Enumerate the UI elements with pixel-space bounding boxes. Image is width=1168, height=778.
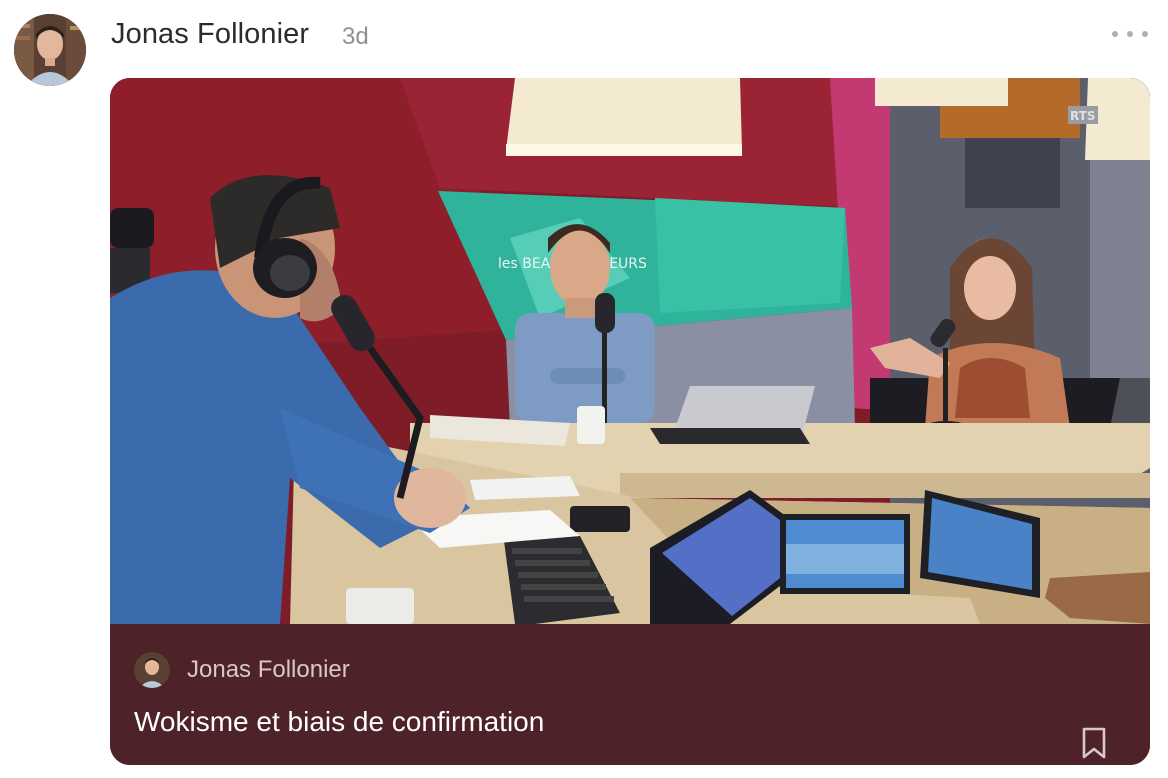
avatar-image (14, 14, 86, 86)
watermark: RTS (1070, 109, 1096, 123)
card-title[interactable]: Wokisme et biais de confirmation (134, 706, 544, 738)
card-avatar-image (134, 652, 170, 688)
more-dot (1142, 31, 1148, 37)
link-preview-card[interactable]: les BEAUX PARLEURS RTS Jonas Follonier W… (110, 78, 1150, 765)
card-author-name[interactable]: Jonas Follonier (187, 656, 350, 684)
more-horizontal-icon (1112, 31, 1118, 37)
post-author-name[interactable]: Jonas Follonier (111, 18, 309, 51)
more-options-button[interactable] (1112, 22, 1148, 46)
bookmark-icon (1082, 727, 1106, 759)
post-timestamp[interactable]: 3d (342, 23, 369, 51)
more-dot (1127, 31, 1133, 37)
post-header: Jonas Follonier 3d (0, 0, 1168, 86)
bookmark-button[interactable] (1080, 726, 1108, 760)
card-footer: Jonas Follonier Wokisme et biais de conf… (110, 624, 1150, 765)
author-avatar[interactable] (14, 14, 86, 86)
studio-scene-image: les BEAUX PARLEURS RTS (110, 78, 1150, 624)
card-author-avatar[interactable] (134, 652, 170, 688)
video-thumbnail[interactable]: les BEAUX PARLEURS RTS (110, 78, 1150, 624)
